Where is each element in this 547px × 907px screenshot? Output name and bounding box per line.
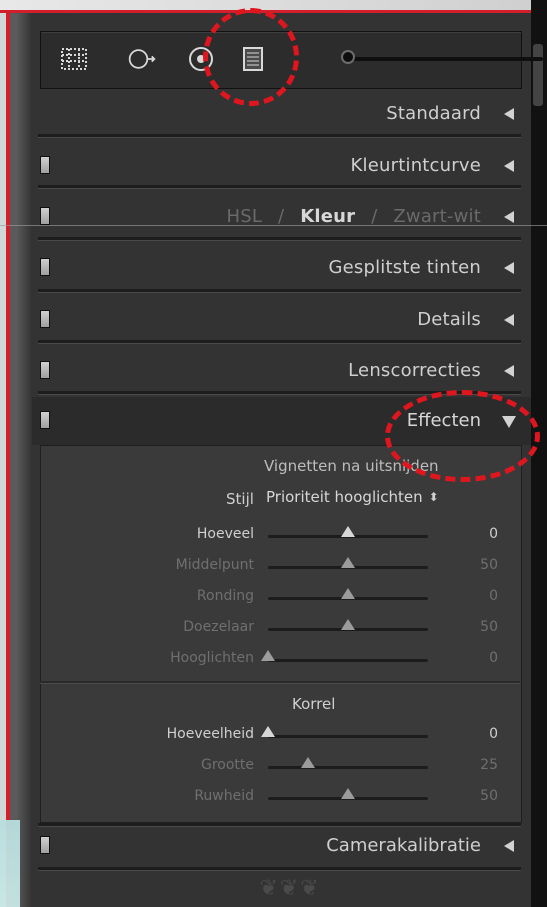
tab-separator: / [371, 206, 378, 227]
section-toggle-switch[interactable] [40, 836, 50, 854]
tab-separator: / [278, 206, 285, 227]
background-left-bottom [0, 820, 20, 907]
section-toggle-switch[interactable] [40, 156, 50, 174]
section-camerakalibratie[interactable]: Camerakalibratie [32, 822, 531, 870]
updown-arrows-icon: ⬍ [428, 490, 439, 504]
slider-track[interactable] [268, 659, 428, 662]
slider-label: Ronding [196, 588, 254, 604]
slider-thumb[interactable] [341, 619, 355, 630]
panel-end-ornament: ❦❦❦ [259, 876, 321, 901]
slider-track[interactable] [268, 735, 428, 738]
slider-label: Grootte [200, 757, 254, 773]
separator [38, 867, 521, 870]
annotation-circle-effecten [385, 390, 540, 482]
collapse-left-triangle-icon[interactable] [504, 160, 514, 172]
slider-value: 25 [480, 757, 498, 773]
slider-label: Doezelaar [183, 619, 254, 635]
section-title: Standaard [386, 103, 481, 124]
section-title: Lenscorrecties [348, 360, 481, 381]
separator [38, 289, 521, 292]
section-kleurtintcurve[interactable]: Kleurtintcurve [32, 142, 531, 190]
section-toggle-switch[interactable] [40, 258, 50, 276]
slider-value: 50 [480, 788, 498, 804]
slider-thumb[interactable] [261, 650, 275, 661]
slider-label: Hoeveel [196, 526, 254, 542]
slider-value: 50 [480, 557, 498, 573]
separator [38, 237, 521, 240]
scrollbar-thumb[interactable] [533, 44, 543, 106]
slider-label: Hoeveelheid [166, 726, 254, 742]
spot-removal-icon[interactable] [127, 44, 157, 74]
section-toggle-switch[interactable] [40, 361, 50, 379]
slider-label: Ruwheid [194, 788, 254, 804]
style-dropdown[interactable]: Prioriteit hooglichten ⬍ [266, 488, 439, 506]
section-toggle-switch[interactable] [40, 411, 50, 429]
section-title: Gesplitste tinten [328, 257, 481, 278]
slider-thumb[interactable] [301, 757, 315, 768]
brush-size-slider[interactable] [346, 57, 543, 61]
effecten-divider [40, 681, 520, 683]
slider-thumb[interactable] [341, 588, 355, 599]
section-standaard[interactable]: Standaard [32, 90, 531, 138]
grain-header: Korrel [292, 695, 336, 713]
separator [38, 185, 521, 188]
hsl-tabs: HSL / Kleur / Zwart-wit [227, 206, 481, 227]
style-label: Stijl [226, 490, 254, 508]
collapse-left-triangle-icon[interactable] [504, 108, 514, 120]
collapse-left-triangle-icon[interactable] [504, 262, 514, 274]
separator [38, 340, 521, 343]
collapse-left-triangle-icon[interactable] [504, 365, 514, 377]
section-title: Camerakalibratie [326, 835, 481, 856]
tab-kleur[interactable]: Kleur [300, 206, 355, 227]
style-dropdown-value: Prioriteit hooglichten [266, 488, 423, 506]
slider-value: 0 [489, 650, 498, 666]
section-hsl[interactable]: HSL / Kleur / Zwart-wit [32, 193, 531, 241]
tab-zwart-wit[interactable]: Zwart-wit [393, 206, 481, 227]
collapse-left-triangle-icon[interactable] [504, 211, 514, 223]
slider-thumb[interactable] [261, 726, 275, 737]
lightroom-develop-panel-screenshot: Standaard Kleurtintcurve HSL / Kleur / Z… [0, 0, 547, 907]
collapse-left-triangle-icon[interactable] [504, 840, 514, 852]
section-gesplitste-tinten[interactable]: Gesplitste tinten [32, 244, 531, 292]
collapse-left-triangle-icon[interactable] [504, 314, 514, 326]
section-details[interactable]: Details [32, 296, 531, 344]
slider-thumb[interactable] [341, 557, 355, 568]
section-title: Details [417, 309, 481, 330]
annotation-circle-tools [203, 8, 299, 106]
overlay-guide-line [0, 225, 547, 226]
slider-track[interactable] [268, 766, 428, 769]
tab-hsl[interactable]: HSL [227, 206, 263, 227]
slider-label: Middelpunt [175, 557, 254, 573]
slider-value: 0 [489, 526, 498, 542]
slider-value: 0 [489, 588, 498, 604]
brush-size-slider-thumb[interactable] [341, 50, 355, 64]
grid-crop-icon[interactable] [59, 44, 89, 74]
separator [38, 134, 521, 137]
section-lenscorrecties[interactable]: Lenscorrecties [32, 347, 531, 395]
slider-value: 0 [489, 726, 498, 742]
section-toggle-switch[interactable] [40, 310, 50, 328]
left-shadow [10, 13, 32, 907]
slider-value: 50 [480, 619, 498, 635]
section-title: Kleurtintcurve [350, 155, 481, 176]
slider-label: Hooglichten [170, 650, 254, 666]
slider-thumb[interactable] [341, 788, 355, 799]
slider-thumb[interactable] [341, 526, 355, 537]
section-toggle-switch[interactable] [40, 207, 50, 225]
